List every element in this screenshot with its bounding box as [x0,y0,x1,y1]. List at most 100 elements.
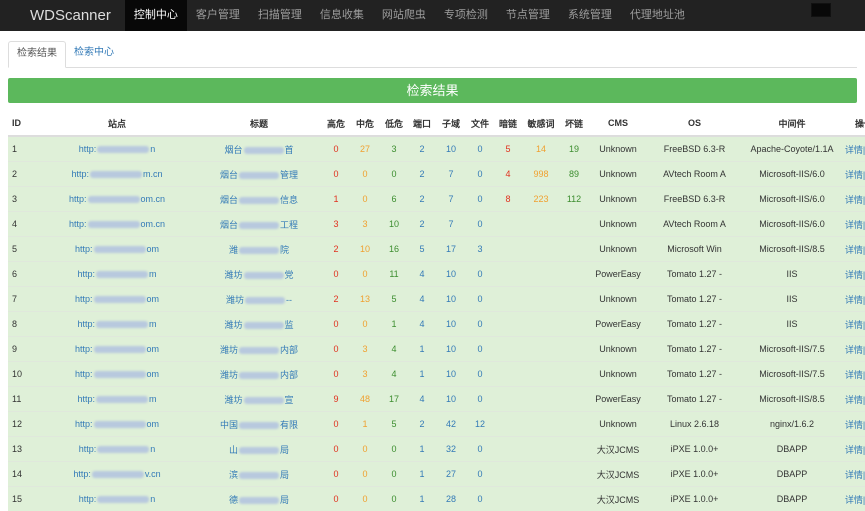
action-cell[interactable]: 详情|删除 [843,212,865,237]
nav-item-proxy-pool[interactable]: 代理地址池 [621,0,694,31]
cell-mid: 0 [350,262,380,287]
site-link[interactable]: http:om [38,412,196,437]
cell-os: Tomato 1.27 - [648,262,741,287]
title-link[interactable]: 烟台首 [196,136,322,162]
cell-sens [522,362,560,387]
site-link[interactable]: http:n [38,136,196,162]
title-link[interactable]: 潍坊内部 [196,337,322,362]
title-link[interactable]: 潍院 [196,237,322,262]
title-link[interactable]: 潍坊-- [196,287,322,312]
cell-file: 3 [466,237,494,262]
site-suffix: n [150,444,155,454]
nav-item-scan[interactable]: 扫描管理 [249,0,311,31]
action-cell[interactable]: 详情|删除 [843,337,865,362]
cell-port: 1 [408,337,436,362]
action-cell[interactable]: 详情|删除 [843,136,865,162]
cell-mid: 13 [350,287,380,312]
site-link[interactable]: http:m [38,312,196,337]
site-suffix: om [147,294,160,304]
redacted-text [92,471,144,478]
site-link[interactable]: http:om [38,287,196,312]
site-prefix: http: [77,269,95,279]
nav-item-nodes[interactable]: 节点管理 [497,0,559,31]
nav-item-crawler[interactable]: 网站爬虫 [373,0,435,31]
detail-delete-links[interactable]: 详情|删除 [845,320,865,330]
site-link[interactable]: http:m [38,387,196,412]
site-link[interactable]: http:om [38,337,196,362]
site-link[interactable]: http:om.cn [38,187,196,212]
detail-delete-links[interactable]: 详情|删除 [845,370,865,380]
action-cell[interactable]: 详情|删除 [843,437,865,462]
detail-delete-links[interactable]: 详情|删除 [845,420,865,430]
cell-port: 2 [408,412,436,437]
cell-port: 4 [408,312,436,337]
brand-logo[interactable]: WDScanner [0,7,125,24]
title-link[interactable]: 中国有限 [196,412,322,437]
action-cell[interactable]: 详情|删除 [843,362,865,387]
detail-delete-links[interactable]: 详情|删除 [845,295,865,305]
site-link[interactable]: http:m.cn [38,162,196,187]
action-cell[interactable]: 详情|删除 [843,187,865,212]
detail-delete-links[interactable]: 详情|删除 [845,245,865,255]
detail-delete-links[interactable]: 详情|删除 [845,220,865,230]
title-link[interactable]: 烟台信息 [196,187,322,212]
title-link[interactable]: 德局 [196,487,322,511]
title-suffix: 内部 [280,345,298,355]
site-link[interactable]: http:n [38,437,196,462]
title-link[interactable]: 滨局 [196,462,322,487]
detail-delete-links[interactable]: 详情|删除 [845,470,865,480]
title-link[interactable]: 山局 [196,437,322,462]
navbar-toggle-button[interactable] [811,3,831,17]
action-cell[interactable]: 详情|删除 [843,387,865,412]
cell-os: iPXE 1.0.0+ [648,462,741,487]
site-link[interactable]: http:m [38,262,196,287]
cell-cms: PowerEasy [588,312,648,337]
nav-item-info-collect[interactable]: 信息收集 [311,0,373,31]
action-cell[interactable]: 详情|删除 [843,462,865,487]
detail-delete-links[interactable]: 详情|删除 [845,445,865,455]
site-link[interactable]: http:n [38,487,196,511]
detail-delete-links[interactable]: 详情|删除 [845,195,865,205]
site-suffix: om [147,344,160,354]
detail-delete-links[interactable]: 详情|删除 [845,170,865,180]
action-cell[interactable]: 详情|删除 [843,162,865,187]
title-prefix: 潍坊 [224,320,242,330]
site-link[interactable]: http:om.cn [38,212,196,237]
title-suffix: 院 [280,245,289,255]
nav-item-system[interactable]: 系统管理 [559,0,621,31]
cell-low: 5 [380,412,408,437]
action-cell[interactable]: 详情|删除 [843,412,865,437]
detail-delete-links[interactable]: 详情|删除 [845,395,865,405]
site-link[interactable]: http:v.cn [38,462,196,487]
detail-delete-links[interactable]: 详情|删除 [845,345,865,355]
site-link[interactable]: http:om [38,362,196,387]
cell-id: 14 [8,462,38,487]
cell-file: 0 [466,387,494,412]
title-link[interactable]: 烟台工程 [196,212,322,237]
title-link[interactable]: 潍坊宣 [196,387,322,412]
site-prefix: http: [75,369,93,379]
detail-delete-links[interactable]: 详情|删除 [845,495,865,505]
title-link[interactable]: 潍坊内部 [196,362,322,387]
action-cell[interactable]: 详情|删除 [843,287,865,312]
tab-search-center[interactable]: 检索中心 [66,41,122,66]
action-cell[interactable]: 详情|删除 [843,237,865,262]
nav-item-control-center[interactable]: 控制中心 [125,0,187,31]
action-cell[interactable]: 详情|删除 [843,312,865,337]
nav-item-special-check[interactable]: 专项检测 [435,0,497,31]
title-link[interactable]: 潍坊党 [196,262,322,287]
tab-search-results[interactable]: 检索结果 [8,41,66,68]
nav-item-customers[interactable]: 客户管理 [187,0,249,31]
site-suffix: m [149,394,157,404]
title-link[interactable]: 潍坊 监 [196,312,322,337]
title-suffix: 监 [285,320,294,330]
site-link[interactable]: http:om [38,237,196,262]
detail-delete-links[interactable]: 详情|删除 [845,270,865,280]
title-prefix: 烟台 [220,220,238,230]
title-link[interactable]: 烟台管理 [196,162,322,187]
action-cell[interactable]: 详情|删除 [843,487,865,511]
cell-bad [560,362,588,387]
cell-id: 4 [8,212,38,237]
action-cell[interactable]: 详情|删除 [843,262,865,287]
detail-delete-links[interactable]: 详情|删除 [845,145,865,155]
